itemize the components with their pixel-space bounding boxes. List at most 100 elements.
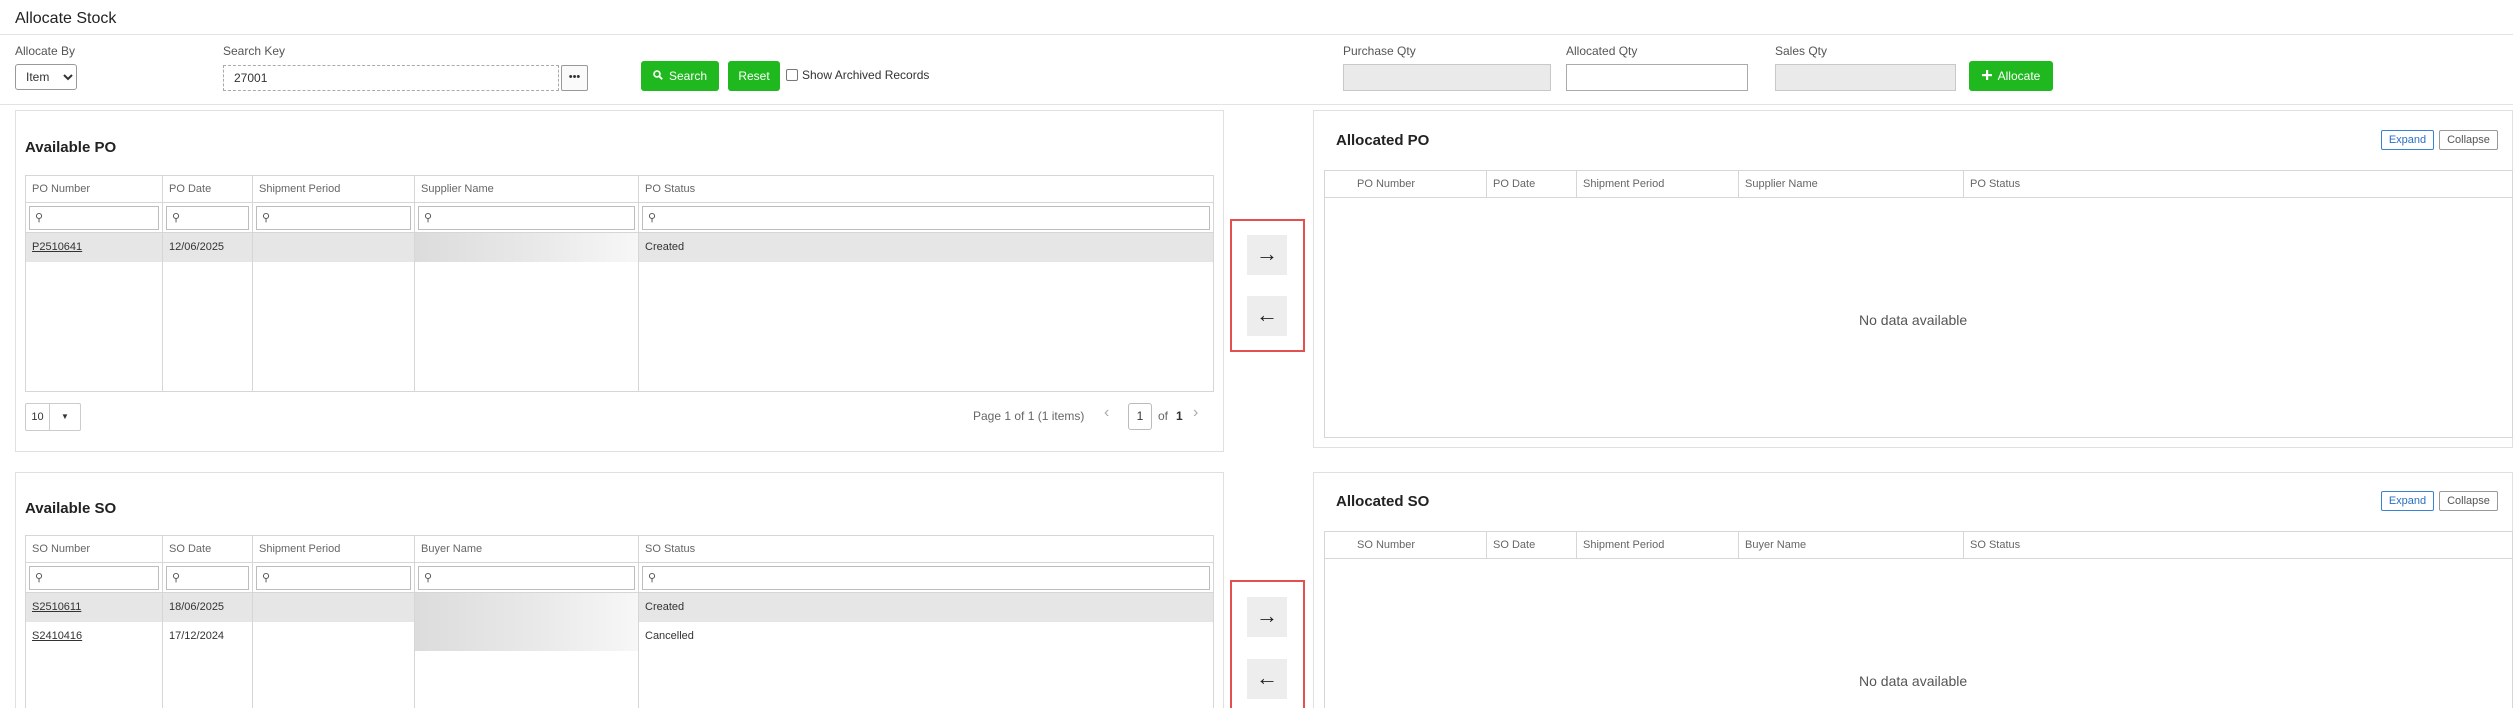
column-header-shipment-period[interactable]: Shipment Period <box>253 176 415 202</box>
grid-header-row: SO Number SO Date Shipment Period Buyer … <box>26 536 1213 563</box>
filter-shipment-period[interactable]: ⚲ <box>256 566 411 590</box>
shipment-period-cell <box>253 233 415 262</box>
search-key-label: Search Key <box>223 44 286 58</box>
pager-total-pages: 1 <box>1176 409 1183 423</box>
allocated-so-title: Allocated SO <box>1336 493 1430 510</box>
search-button-label: Search <box>668 69 708 83</box>
available-so-grid: SO Number SO Date Shipment Period Buyer … <box>25 535 1214 708</box>
search-icon: ⚲ <box>172 212 181 224</box>
column-header-supplier-name[interactable]: Supplier Name <box>1739 171 1964 197</box>
table-row[interactable]: P2510641 12/06/2025 Created <box>26 233 1213 262</box>
filter-shipment-period[interactable]: ⚲ <box>256 206 411 230</box>
buyer-name-cell-redacted <box>415 593 639 622</box>
search-icon: ⚲ <box>35 572 44 584</box>
show-archived-toggle[interactable]: Show Archived Records <box>786 68 929 82</box>
po-status-cell: Created <box>645 241 685 253</box>
column-header-so-status[interactable]: SO Status <box>639 536 1213 562</box>
filter-so-number[interactable]: ⚲ <box>29 566 159 590</box>
pager-of-label: of <box>1158 409 1169 423</box>
caret-down-icon: ▼ <box>61 412 69 421</box>
allocated-so-expand-button[interactable]: Expand <box>2381 491 2434 511</box>
sales-qty-field <box>1775 64 1956 91</box>
so-status-cell: Cancelled <box>645 630 694 642</box>
column-header-so-number[interactable]: SO Number <box>26 536 163 562</box>
grid-header-row: PO Number PO Date Shipment Period Suppli… <box>1325 171 2512 198</box>
shipment-period-cell <box>253 593 415 622</box>
search-key-input[interactable]: 27001 <box>223 65 559 91</box>
table-row[interactable]: S2510611 18/06/2025 Created <box>26 593 1213 622</box>
column-header-shipment-period[interactable]: Shipment Period <box>1577 532 1739 558</box>
so-number-link[interactable]: S2510611 <box>26 593 163 622</box>
show-archived-checkbox[interactable] <box>786 69 798 81</box>
filter-po-date[interactable]: ⚲ <box>166 206 249 230</box>
column-header-po-number[interactable]: PO Number <box>1325 171 1487 197</box>
search-icon: ⚲ <box>424 212 433 224</box>
column-header-shipment-period[interactable]: Shipment Period <box>253 536 415 562</box>
allocate-by-select[interactable]: Item <box>15 64 77 90</box>
column-header-shipment-period[interactable]: Shipment Period <box>1577 171 1739 197</box>
allocated-so-collapse-button[interactable]: Collapse <box>2439 491 2498 511</box>
available-so-title: Available SO <box>25 500 117 517</box>
allocate-button-label: Allocate <box>1997 69 2041 83</box>
grid-body: S2510611 18/06/2025 Created S2410416 17/… <box>26 593 1213 708</box>
po-date-cell: 12/06/2025 <box>163 233 253 262</box>
current-page-input[interactable]: 1 <box>1128 403 1152 430</box>
allocate-button[interactable]: Allocate <box>1969 61 2053 91</box>
filter-buyer-name[interactable]: ⚲ <box>418 566 635 590</box>
allocated-so-empty-message: No data available <box>1859 673 1968 689</box>
show-archived-label: Show Archived Records <box>802 68 930 82</box>
page-size-select[interactable]: 10 ▼ <box>25 403 81 431</box>
column-header-po-number[interactable]: PO Number <box>26 176 163 202</box>
move-po-left-button[interactable]: ← <box>1247 296 1287 336</box>
allocated-po-expand-button[interactable]: Expand <box>2381 130 2434 150</box>
filter-supplier-name[interactable]: ⚲ <box>418 206 635 230</box>
column-header-buyer-name[interactable]: Buyer Name <box>1739 532 1964 558</box>
grid-body: P2510641 12/06/2025 Created <box>26 233 1213 391</box>
filter-so-status[interactable]: ⚲ <box>642 566 1210 590</box>
so-date-cell: 17/12/2024 <box>163 622 253 651</box>
available-po-title: Available PO <box>25 139 117 156</box>
search-icon: ⚲ <box>262 572 271 584</box>
filter-so-date[interactable]: ⚲ <box>166 566 249 590</box>
column-header-so-date[interactable]: SO Date <box>163 536 253 562</box>
column-header-so-status[interactable]: SO Status <box>1964 532 2512 558</box>
allocated-po-empty-message: No data available <box>1859 312 1968 328</box>
chevron-right-icon[interactable]: › <box>1193 404 1198 422</box>
allocated-qty-input[interactable] <box>1566 64 1748 91</box>
purchase-qty-field <box>1343 64 1551 91</box>
filter-po-status[interactable]: ⚲ <box>642 206 1210 230</box>
search-button[interactable]: Search <box>641 61 719 91</box>
allocated-qty-label: Allocated Qty <box>1566 44 1638 58</box>
header-divider <box>0 104 2513 105</box>
allocate-by-label: Allocate By <box>15 44 76 58</box>
column-header-buyer-name[interactable]: Buyer Name <box>415 536 639 562</box>
table-row[interactable]: S2410416 17/12/2024 Cancelled <box>26 622 1213 651</box>
column-header-po-status[interactable]: PO Status <box>639 176 1213 202</box>
chevron-left-icon[interactable]: ‹ <box>1104 404 1109 422</box>
column-header-po-status[interactable]: PO Status <box>1964 171 2512 197</box>
search-icon: ⚲ <box>424 572 433 584</box>
search-key-lookup-button[interactable]: ••• <box>561 65 588 91</box>
allocated-po-grid: PO Number PO Date Shipment Period Suppli… <box>1324 170 2513 438</box>
so-status-cell: Created <box>645 601 685 613</box>
grid-header-row: SO Number SO Date Shipment Period Buyer … <box>1325 532 2512 559</box>
move-so-right-button[interactable]: → <box>1247 597 1287 637</box>
reset-button[interactable]: Reset <box>728 61 780 91</box>
pager-info: Page 1 of 1 (1 items) <box>973 409 1085 423</box>
search-icon: ⚲ <box>648 572 657 584</box>
column-header-po-date[interactable]: PO Date <box>1487 171 1577 197</box>
so-number-link[interactable]: S2410416 <box>26 622 163 651</box>
column-header-po-date[interactable]: PO Date <box>163 176 253 202</box>
shipment-period-cell <box>253 622 415 651</box>
so-date-cell: 18/06/2025 <box>163 593 253 622</box>
filter-po-number[interactable]: ⚲ <box>29 206 159 230</box>
column-header-so-date[interactable]: SO Date <box>1487 532 1577 558</box>
column-header-so-number[interactable]: SO Number <box>1325 532 1487 558</box>
column-header-supplier-name[interactable]: Supplier Name <box>415 176 639 202</box>
move-so-left-button[interactable]: ← <box>1247 659 1287 699</box>
po-number-link[interactable]: P2510641 <box>26 233 163 262</box>
title-divider <box>0 34 2513 35</box>
allocated-po-collapse-button[interactable]: Collapse <box>2439 130 2498 150</box>
page-size-value: 10 <box>26 404 50 430</box>
move-po-right-button[interactable]: → <box>1247 235 1287 275</box>
